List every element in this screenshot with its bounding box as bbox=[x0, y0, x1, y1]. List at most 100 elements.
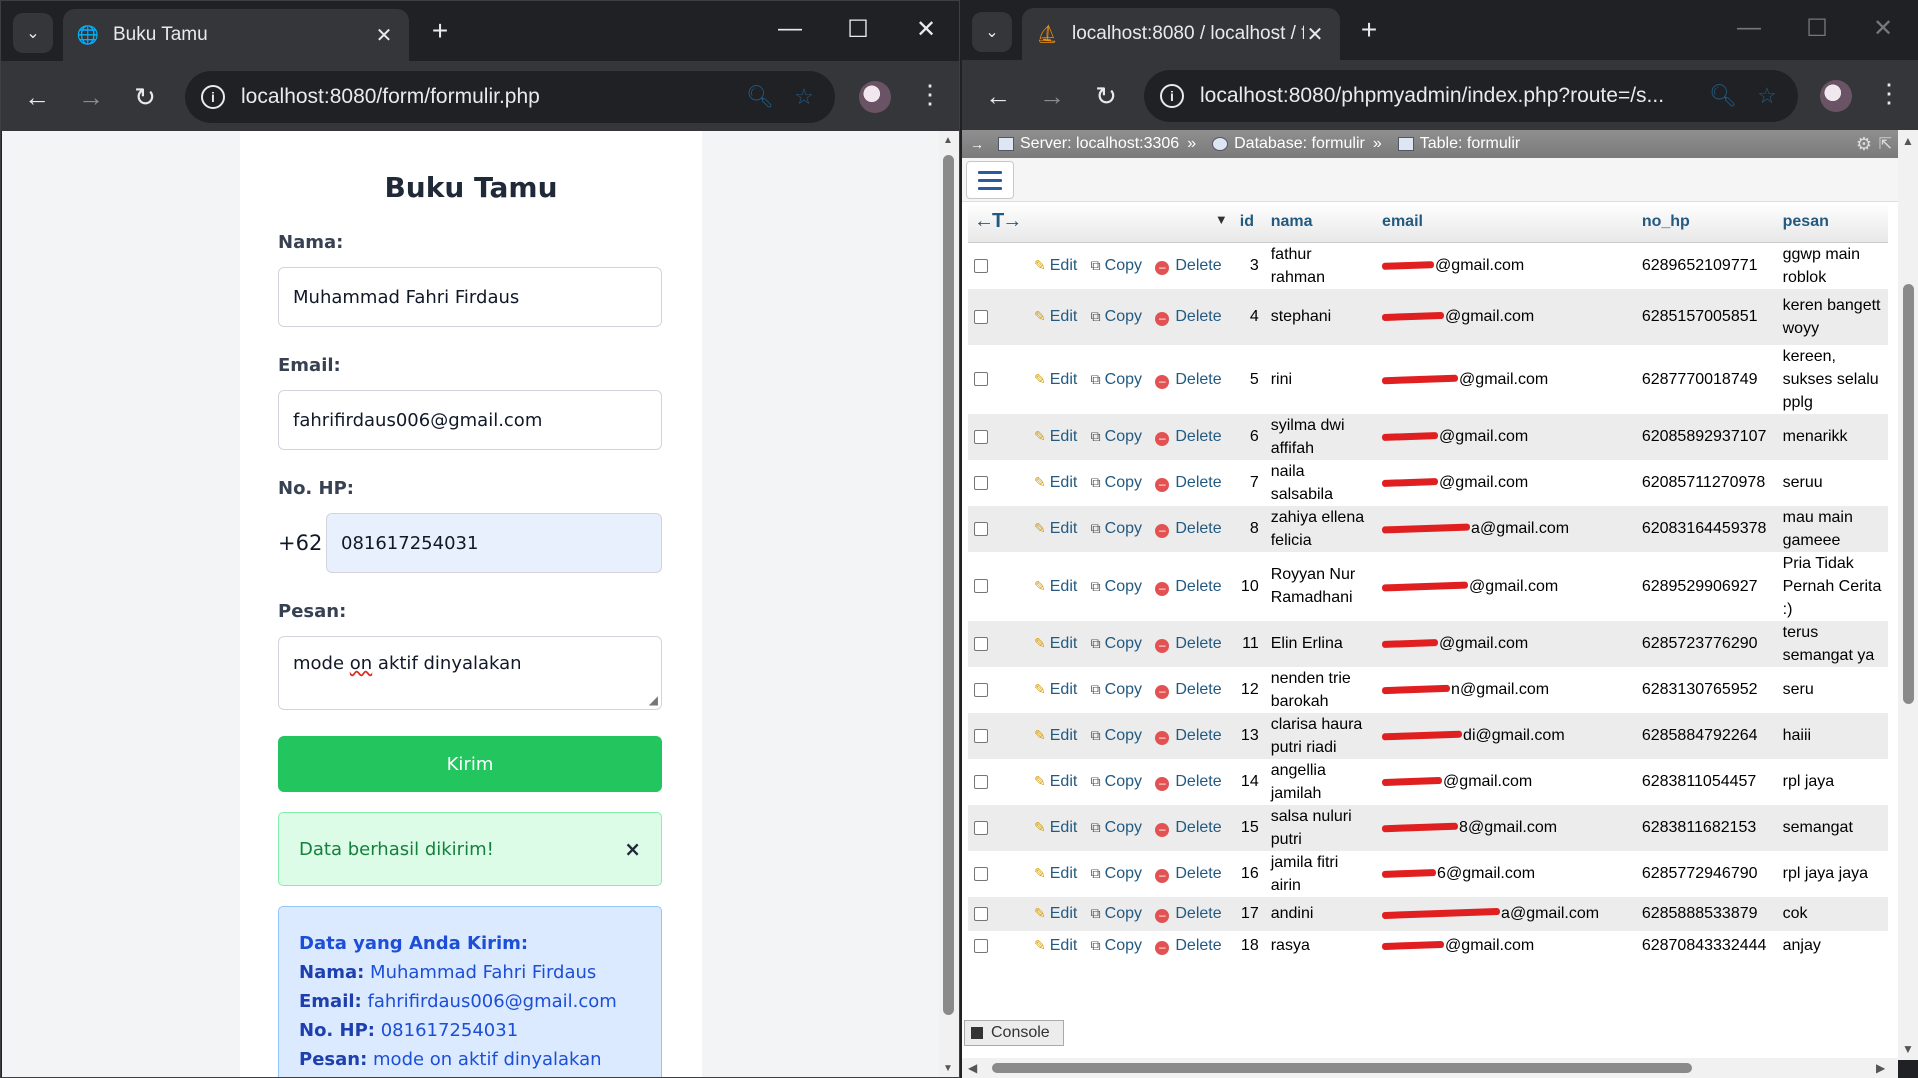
cell-no-hp[interactable]: 6283130765952 bbox=[1636, 667, 1777, 713]
cell-id[interactable]: 6 bbox=[1234, 414, 1265, 460]
delete-link[interactable]: – Delete bbox=[1155, 578, 1222, 596]
delete-link[interactable]: – Delete bbox=[1155, 865, 1222, 883]
cell-nama[interactable]: andini bbox=[1265, 897, 1376, 931]
delete-link[interactable]: – Delete bbox=[1155, 905, 1222, 923]
hamburger-menu-icon[interactable] bbox=[966, 161, 1014, 199]
cell-id[interactable]: 10 bbox=[1234, 552, 1265, 621]
edit-link[interactable]: ✎ Edit bbox=[1034, 819, 1077, 836]
cell-id[interactable]: 14 bbox=[1234, 759, 1265, 805]
copy-link[interactable]: ⧉ Copy bbox=[1091, 819, 1142, 836]
cell-no-hp[interactable]: 6287770018749 bbox=[1636, 345, 1777, 414]
copy-link[interactable]: ⧉ Copy bbox=[1091, 681, 1142, 698]
cell-nama[interactable]: jamila fitri airin bbox=[1265, 851, 1376, 897]
scroll-left-icon[interactable]: ◀ bbox=[968, 1061, 977, 1075]
copy-link[interactable]: ⧉ Copy bbox=[1091, 635, 1142, 652]
col-header-no-hp[interactable]: no_hp bbox=[1635, 202, 1777, 243]
forward-icon[interactable]: → bbox=[75, 81, 107, 113]
cell-id[interactable]: 18 bbox=[1234, 931, 1265, 961]
reload-icon[interactable]: ↻ bbox=[1090, 80, 1122, 112]
cell-id[interactable]: 16 bbox=[1234, 851, 1265, 897]
horizontal-scrollbar[interactable]: ◀ ▶ bbox=[962, 1058, 1898, 1078]
row-checkbox[interactable] bbox=[974, 866, 988, 881]
profile-avatar[interactable] bbox=[1820, 80, 1852, 112]
cell-id[interactable]: 8 bbox=[1234, 506, 1265, 552]
cell-no-hp[interactable]: 62870843332444 bbox=[1636, 931, 1777, 961]
delete-link[interactable]: – Delete bbox=[1155, 635, 1222, 653]
cell-no-hp[interactable]: 6283811054457 bbox=[1636, 759, 1777, 805]
new-tab-button[interactable]: + bbox=[425, 17, 455, 45]
reload-icon[interactable]: ↻ bbox=[129, 81, 161, 113]
alert-close-icon[interactable]: × bbox=[624, 837, 641, 861]
row-checkbox[interactable] bbox=[974, 475, 988, 490]
cell-email[interactable]: 6@gmail.com bbox=[1376, 851, 1636, 897]
edit-link[interactable]: ✎ Edit bbox=[1034, 905, 1077, 922]
scroll-down-icon[interactable]: ▼ bbox=[943, 1063, 953, 1074]
copy-link[interactable]: ⧉ Copy bbox=[1091, 578, 1142, 595]
edit-link[interactable]: ✎ Edit bbox=[1034, 727, 1077, 744]
cell-no-hp[interactable]: 6289652109771 bbox=[1636, 242, 1777, 289]
cell-pesan[interactable]: anjay bbox=[1777, 931, 1888, 961]
cell-id[interactable]: 11 bbox=[1234, 621, 1265, 667]
copy-link[interactable]: ⧉ Copy bbox=[1091, 428, 1142, 445]
cell-pesan[interactable]: keren bangett woyy bbox=[1777, 289, 1888, 345]
edit-link[interactable]: ✎ Edit bbox=[1034, 257, 1077, 274]
copy-link[interactable]: ⧉ Copy bbox=[1091, 727, 1142, 744]
tab-buku-tamu[interactable]: 🌐 Buku Tamu ✕ bbox=[63, 9, 409, 61]
row-checkbox[interactable] bbox=[974, 579, 988, 594]
edit-link[interactable]: ✎ Edit bbox=[1034, 635, 1077, 652]
cell-pesan[interactable]: kereen, sukses selalu pplg bbox=[1777, 345, 1888, 414]
cell-id[interactable]: 13 bbox=[1234, 713, 1265, 759]
hp-input[interactable]: 081617254031 bbox=[326, 513, 662, 573]
scroll-up-icon[interactable]: ▲ bbox=[943, 135, 953, 146]
col-header-nama[interactable]: nama bbox=[1264, 202, 1377, 243]
cell-pesan[interactable]: ggwp main roblok bbox=[1777, 242, 1888, 289]
cell-pesan[interactable]: terus semangat ya bbox=[1777, 621, 1888, 667]
site-info-icon[interactable]: i bbox=[1160, 84, 1184, 108]
back-icon[interactable]: ← bbox=[21, 81, 53, 113]
nama-input[interactable]: Muhammad Fahri Firdaus bbox=[278, 267, 662, 327]
profile-avatar[interactable] bbox=[859, 81, 891, 113]
maximize-button[interactable]: ☐ bbox=[843, 15, 873, 44]
minimize-button[interactable]: — bbox=[775, 15, 805, 43]
cell-no-hp[interactable]: 6285888533879 bbox=[1636, 897, 1777, 931]
edit-link[interactable]: ✎ Edit bbox=[1034, 681, 1077, 698]
cell-id[interactable]: 4 bbox=[1234, 289, 1265, 345]
cell-nama[interactable]: fathur rahman bbox=[1265, 242, 1376, 289]
close-tab-icon[interactable]: ✕ bbox=[373, 23, 395, 48]
copy-link[interactable]: ⧉ Copy bbox=[1091, 371, 1142, 388]
delete-link[interactable]: – Delete bbox=[1155, 681, 1222, 699]
tab-phpmyadmin[interactable]: ⛵︎ localhost:8080 / localhost / form ✕ bbox=[1022, 8, 1340, 60]
row-checkbox[interactable] bbox=[974, 728, 988, 743]
cell-nama[interactable]: clarisa haura putri riadi bbox=[1265, 713, 1376, 759]
row-checkbox[interactable] bbox=[974, 258, 988, 273]
copy-link[interactable]: ⧉ Copy bbox=[1091, 474, 1142, 491]
address-bar[interactable]: i localhost:8080/form/formulir.php 🔍︎ ☆ bbox=[185, 71, 835, 123]
arrow-right-icon[interactable]: → bbox=[970, 136, 984, 152]
edit-link[interactable]: ✎ Edit bbox=[1034, 428, 1077, 445]
cell-id[interactable]: 15 bbox=[1234, 805, 1265, 851]
tab-search-button[interactable]: ⌄ bbox=[972, 12, 1012, 52]
cell-no-hp[interactable]: 62083164459378 bbox=[1636, 506, 1777, 552]
scroll-up-icon[interactable]: ▲ bbox=[1902, 134, 1914, 148]
more-menu-icon[interactable]: ⋮ bbox=[917, 79, 943, 110]
email-input[interactable]: fahrifirdaus006@gmail.com bbox=[278, 390, 662, 450]
cell-nama[interactable]: stephani bbox=[1265, 289, 1376, 345]
gear-icon[interactable]: ⚙ bbox=[1856, 134, 1872, 155]
resize-grip[interactable]: ◢ bbox=[649, 693, 658, 707]
close-tab-icon[interactable]: ✕ bbox=[1304, 22, 1326, 47]
cell-pesan[interactable]: rpl jaya bbox=[1777, 759, 1888, 805]
console-toggle[interactable]: Console bbox=[964, 1020, 1064, 1046]
delete-link[interactable]: – Delete bbox=[1155, 773, 1222, 791]
col-header-email[interactable]: email bbox=[1376, 202, 1636, 243]
breadcrumb-server[interactable]: Server: localhost:3306 bbox=[1020, 135, 1179, 153]
edit-link[interactable]: ✎ Edit bbox=[1034, 578, 1077, 595]
cell-no-hp[interactable]: 6289529906927 bbox=[1636, 552, 1777, 621]
cell-email[interactable]: 8@gmail.com bbox=[1376, 805, 1636, 851]
cell-no-hp[interactable]: 6283811682153 bbox=[1636, 805, 1777, 851]
row-checkbox[interactable] bbox=[974, 521, 988, 536]
row-checkbox[interactable] bbox=[974, 906, 988, 921]
copy-link[interactable]: ⧉ Copy bbox=[1091, 905, 1142, 922]
edit-link[interactable]: ✎ Edit bbox=[1034, 773, 1077, 790]
submit-button[interactable]: Kirim bbox=[278, 736, 662, 792]
edit-link[interactable]: ✎ Edit bbox=[1034, 937, 1077, 954]
